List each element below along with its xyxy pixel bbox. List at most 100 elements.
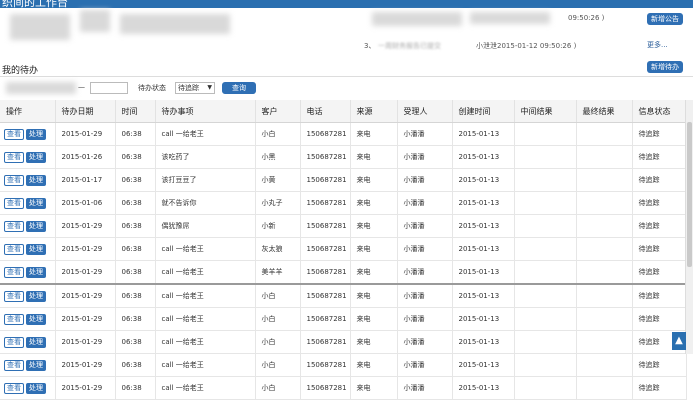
todo-date: 2015-01-17 <box>55 168 116 192</box>
info-status: 待追踪 <box>632 237 687 261</box>
view-button[interactable]: 查看 <box>4 290 24 302</box>
view-button[interactable]: 查看 <box>4 336 24 348</box>
view-button[interactable]: 查看 <box>4 174 24 186</box>
column-header: 电话 <box>300 100 351 123</box>
created-time: 2015-01-13 <box>452 330 515 354</box>
view-button[interactable]: 查看 <box>4 197 24 209</box>
view-button[interactable]: 查看 <box>4 266 24 278</box>
handler: 小潘潘 <box>397 191 453 215</box>
customer-name: 小新 <box>255 214 301 238</box>
todo-time: 06:38 <box>115 353 156 377</box>
final-result <box>576 145 633 169</box>
source: 来电 <box>350 191 398 215</box>
column-header: 最终结果 <box>576 100 633 123</box>
handle-button[interactable]: 处理 <box>26 359 46 371</box>
row-actions: 查看 处理 <box>0 283 56 308</box>
handle-button[interactable]: 处理 <box>26 128 46 140</box>
table-row: 查看 处理 2015-01-06 06:38 就不告诉你 小丸子 150687281 来电 小潘… <box>0 191 687 215</box>
todo-item: call 一给老王 <box>155 353 256 377</box>
info-status: 待追踪 <box>632 168 687 192</box>
created-time: 2015-01-13 <box>452 260 515 285</box>
handle-button[interactable]: 处理 <box>26 382 46 394</box>
handle-button[interactable]: 处理 <box>26 313 46 325</box>
todo-date: 2015-01-29 <box>55 237 116 261</box>
date-separator: — <box>78 83 85 91</box>
final-result <box>576 283 633 308</box>
query-button[interactable]: 查询 <box>222 82 256 94</box>
mid-result <box>514 307 577 331</box>
handle-button[interactable]: 处理 <box>26 151 46 163</box>
mid-result <box>514 168 577 192</box>
mid-result <box>514 122 577 146</box>
table-row: 查看 处理 2015-01-29 06:38 call 一给老王 小白 150687281 来… <box>0 122 687 146</box>
final-result <box>576 260 633 285</box>
handle-button[interactable]: 处理 <box>26 220 46 232</box>
row-actions: 查看 处理 <box>0 307 56 331</box>
view-button[interactable]: 查看 <box>4 359 24 371</box>
table-row: 查看 处理 2015-01-17 06:38 该打豆豆了 小黄 150687281 来电 小潘潘… <box>0 168 687 192</box>
todo-item: call 一给老王 <box>155 376 256 400</box>
row-actions: 查看 处理 <box>0 122 56 146</box>
view-button[interactable]: 查看 <box>4 128 24 140</box>
customer-name: 小白 <box>255 376 301 400</box>
page-title: 织间的工作台 <box>2 0 68 9</box>
notice-time: 09:50:26 ) <box>568 14 605 22</box>
created-time: 2015-01-13 <box>452 168 515 192</box>
table-row: 查看 处理 2015-01-29 06:38 call 一给老王 小白 150687281 来… <box>0 283 687 308</box>
handle-button[interactable]: 处理 <box>26 266 46 278</box>
handle-button[interactable]: 处理 <box>26 197 46 209</box>
notice-number: 3、 <box>364 42 376 50</box>
chevron-down-icon: ▼ <box>207 84 212 91</box>
source: 来电 <box>350 122 398 146</box>
vertical-scrollbar[interactable] <box>685 100 693 354</box>
new-notice-button[interactable]: 新增公告 <box>647 13 683 25</box>
handle-button[interactable]: 处理 <box>26 243 46 255</box>
divider <box>0 76 693 77</box>
source: 来电 <box>350 353 398 377</box>
blurred-region <box>470 12 550 24</box>
customer-name: 小白 <box>255 330 301 354</box>
end-date-input[interactable] <box>90 82 128 94</box>
view-button[interactable]: 查看 <box>4 243 24 255</box>
todo-item: call 一给老王 <box>155 283 256 308</box>
source: 来电 <box>350 168 398 192</box>
view-button[interactable]: 查看 <box>4 313 24 325</box>
handle-button[interactable]: 处理 <box>26 336 46 348</box>
info-status: 待追踪 <box>632 191 687 215</box>
row-actions: 查看 处理 <box>0 168 56 192</box>
phone-number: 150687281 <box>300 237 351 261</box>
phone-number: 150687281 <box>300 376 351 400</box>
final-result <box>576 376 633 400</box>
todo-item: call 一给老王 <box>155 122 256 146</box>
source: 来电 <box>350 330 398 354</box>
phone-number: 150687281 <box>300 214 351 238</box>
column-header: 信息状态 <box>632 100 687 123</box>
created-time: 2015-01-13 <box>452 122 515 146</box>
table-header-row: 操作 待办日期 时间 待办事项 客户 电话 来源 受理人 创建时间 中间结果 最终结果 信息状态 <box>0 100 687 123</box>
phone-number: 150687281 <box>300 191 351 215</box>
notice-meta: 小泄泄2015-01-12 09:50:26 ) <box>476 42 577 50</box>
more-link[interactable]: 更多... <box>647 40 668 50</box>
handle-button[interactable]: 处理 <box>26 290 46 302</box>
scrollbar-thumb[interactable] <box>687 122 692 267</box>
status-select[interactable]: 待追踪 ▼ <box>175 82 215 94</box>
mid-result <box>514 330 577 354</box>
mid-result <box>514 376 577 400</box>
created-time: 2015-01-13 <box>452 376 515 400</box>
todo-time: 06:38 <box>115 330 156 354</box>
customer-name: 小白 <box>255 307 301 331</box>
filter-bar: — 待办状态 待追踪 ▼ 查询 <box>0 80 693 98</box>
view-button[interactable]: 查看 <box>4 220 24 232</box>
customer-name: 小白 <box>255 122 301 146</box>
todo-item: 偶犹豫屌 <box>155 214 256 238</box>
view-button[interactable]: 查看 <box>4 151 24 163</box>
todo-time: 06:38 <box>115 260 156 285</box>
new-todo-button[interactable]: 新增待办 <box>647 61 683 73</box>
todo-time: 06:38 <box>115 283 156 308</box>
notice-link[interactable]: 一周财务报告已提交 <box>378 41 441 51</box>
final-result <box>576 214 633 238</box>
arrow-up-icon[interactable]: ▲ <box>672 332 686 350</box>
todo-date: 2015-01-29 <box>55 353 116 377</box>
handle-button[interactable]: 处理 <box>26 174 46 186</box>
view-button[interactable]: 查看 <box>4 382 24 394</box>
